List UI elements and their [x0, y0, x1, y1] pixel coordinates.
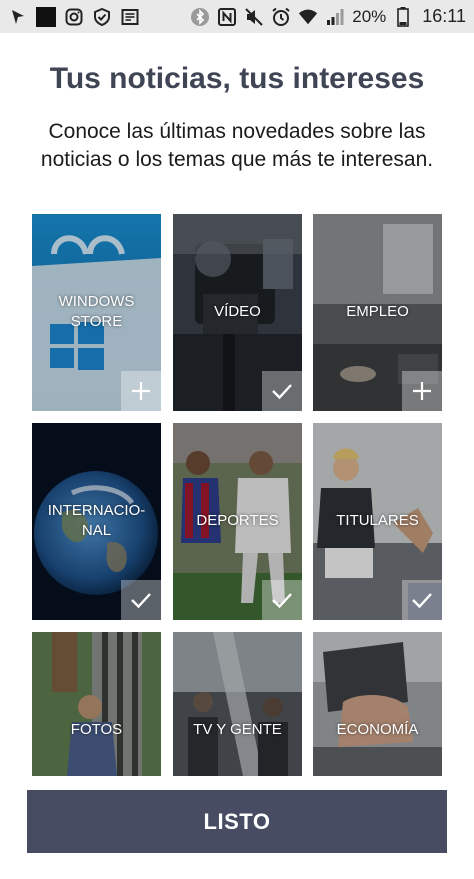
done-button[interactable]: LISTO	[27, 790, 447, 853]
selected-topic-button[interactable]	[262, 580, 302, 620]
topic-tile-tv-y-gente[interactable]: TV Y GENTE	[173, 632, 302, 776]
alarm-icon	[271, 7, 291, 27]
tile-overlay	[32, 632, 161, 776]
topic-tile-video[interactable]: VÍDEO	[173, 214, 302, 411]
battery-percent: 20%	[352, 6, 387, 26]
topic-tile-deportes[interactable]: DEPORTES	[173, 423, 302, 620]
nfc-icon	[217, 7, 237, 27]
tile-overlay	[173, 632, 302, 776]
tile-label: FOTOS	[70, 721, 123, 738]
wifi-icon	[298, 7, 318, 27]
topic-tile-economia[interactable]: ECONOMÍA	[313, 632, 442, 776]
square-icon	[36, 6, 56, 27]
plus-icon	[132, 382, 150, 400]
selected-topic-button[interactable]	[402, 580, 442, 620]
tile-label: EMPLEO	[346, 303, 409, 320]
topic-tile-internacional[interactable]: INTERNACIO- NAL	[32, 423, 161, 620]
check-icon	[272, 593, 292, 609]
tile-label: TV Y GENTE	[193, 721, 282, 738]
battery-icon	[393, 6, 413, 27]
mute-icon	[244, 7, 264, 27]
shield-icon	[92, 7, 112, 27]
tile-label: ECONOMÍA	[336, 721, 419, 738]
tile-label: WINDOWS STORE	[58, 293, 135, 330]
tile-label: DEPORTES	[196, 512, 279, 529]
check-icon	[131, 593, 151, 609]
news-icon	[120, 7, 140, 27]
add-topic-button[interactable]	[402, 371, 442, 411]
topic-tile-fotos[interactable]: FOTOS	[32, 632, 161, 776]
topic-tile-windows-store[interactable]: WINDOWS STORE	[32, 214, 161, 411]
bluetooth-icon	[190, 7, 210, 27]
tile-label: INTERNACIO- NAL	[47, 502, 146, 539]
topic-tile-empleo[interactable]: EMPLEO	[313, 214, 442, 411]
signal-icon	[325, 7, 345, 27]
topic-tile-titulares[interactable]: TITULARES	[313, 423, 442, 620]
status-bar: 20% 16:11	[0, 0, 474, 33]
tile-label: TITULARES	[336, 512, 419, 529]
page-subtitle: Conoce las últimas novedades sobre las n…	[40, 120, 434, 171]
add-topic-button[interactable]	[121, 371, 161, 411]
tile-overlay	[313, 632, 442, 776]
pin-icon	[8, 7, 28, 27]
check-icon	[272, 384, 292, 400]
selected-topic-button[interactable]	[262, 371, 302, 411]
instagram-icon	[64, 7, 84, 27]
plus-icon	[413, 382, 431, 400]
tile-label: VÍDEO	[214, 303, 261, 320]
page-title: Tus noticias, tus intereses	[49, 62, 425, 95]
selected-topic-button[interactable]	[121, 580, 161, 620]
check-icon	[412, 593, 432, 609]
clock: 16:11	[422, 6, 466, 26]
